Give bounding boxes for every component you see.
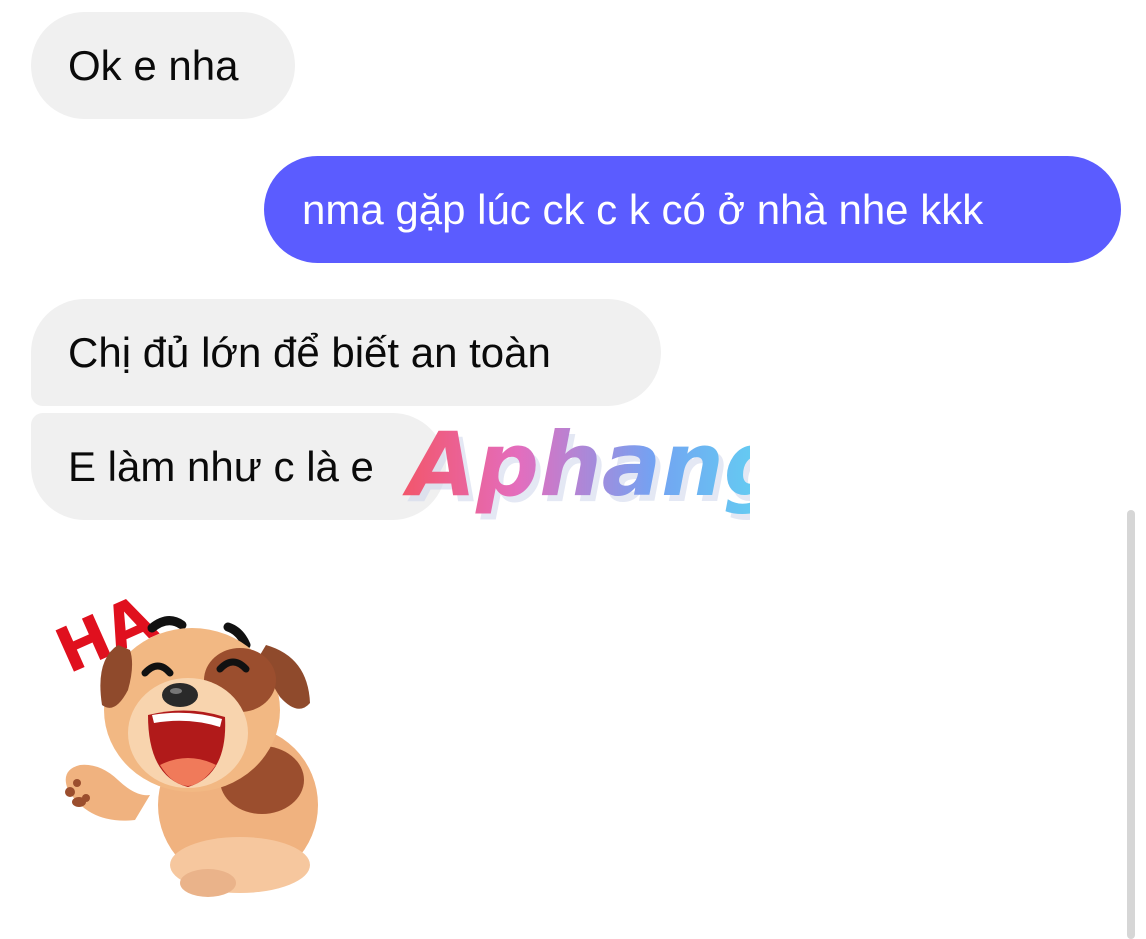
message-text: Ok e nha xyxy=(68,41,239,89)
message-text: nma gặp lúc ck c k có ở nhà nhe kkk xyxy=(302,185,984,233)
message-bubble-incoming[interactable]: E làm như c là e xyxy=(31,413,446,520)
message-bubble-incoming[interactable]: Ok e nha xyxy=(31,12,295,119)
scrollbar[interactable] xyxy=(1127,510,1135,939)
watermark-logo: Aphang Aphang xyxy=(402,413,750,520)
message-text: Chị đủ lớn để biết an toàn xyxy=(68,328,551,376)
svg-text:Aphang: Aphang xyxy=(402,413,750,516)
message-bubble-outgoing[interactable]: nma gặp lúc ck c k có ở nhà nhe kkk xyxy=(264,156,1121,263)
laughing-dog-sticker-icon[interactable]: HA xyxy=(40,565,330,900)
chat-thread: Ok e nha nma gặp lúc ck c k có ở nhà nhe… xyxy=(0,0,1146,939)
message-text: E làm như c là e xyxy=(68,442,374,490)
message-bubble-incoming[interactable]: Chị đủ lớn để biết an toàn xyxy=(31,299,661,406)
